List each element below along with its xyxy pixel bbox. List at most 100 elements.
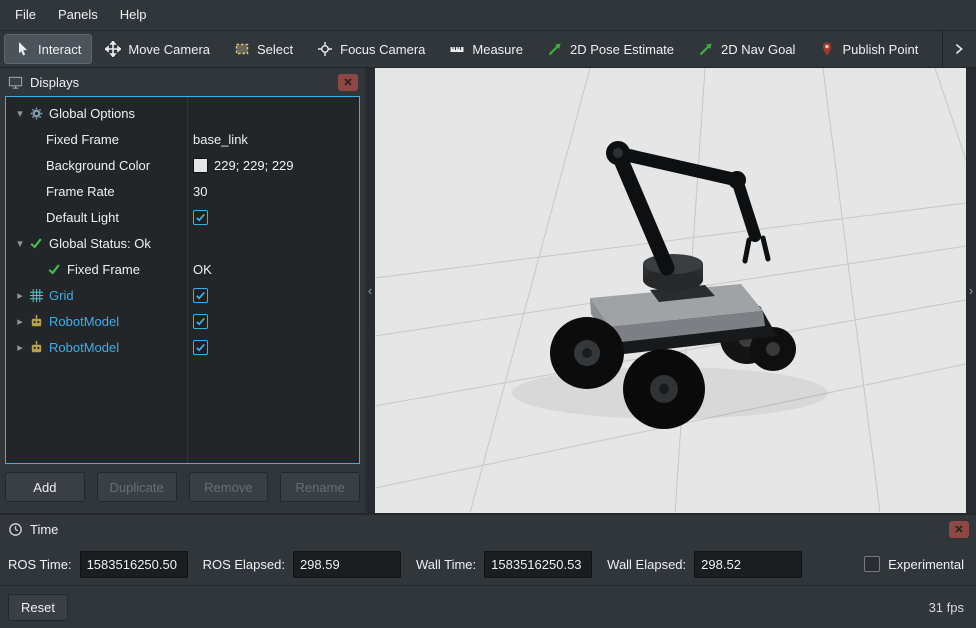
panel-collapse-right-handle[interactable]: › (966, 68, 976, 513)
tool-interact[interactable]: Interact (4, 34, 92, 64)
chevron-right-icon: › (969, 283, 973, 298)
main-area: Displays ▾Global OptionsFixed Framebase_… (0, 68, 976, 513)
menu-file[interactable]: File (4, 0, 47, 30)
row-value: base_link (193, 132, 248, 147)
rename-button[interactable]: Rename (280, 472, 360, 502)
row-checkbox[interactable] (193, 314, 208, 329)
tool-select[interactable]: Select (223, 34, 304, 64)
add-button[interactable]: Add (5, 472, 85, 502)
displays-tree: ▾Global OptionsFixed Framebase_linkBackg… (5, 96, 360, 464)
row-label: Grid (49, 288, 74, 303)
tool-2d-pose-estimate[interactable]: 2D Pose Estimate (536, 34, 685, 64)
tool-focus-camera[interactable]: Focus Camera (306, 34, 436, 64)
tool-label: Publish Point (842, 42, 918, 57)
tool-label: 2D Nav Goal (721, 42, 795, 57)
row-checkbox[interactable] (193, 210, 208, 225)
time-panel-header: Time (0, 515, 976, 543)
pose-arrow-icon (547, 41, 563, 57)
tool-2d-nav-goal[interactable]: 2D Nav Goal (687, 34, 806, 64)
row-label: RobotModel (49, 340, 119, 355)
expander-closed-icon[interactable]: ▸ (12, 341, 28, 354)
panel-collapse-left-handle[interactable]: ‹ (365, 68, 375, 513)
menu-help[interactable]: Help (109, 0, 158, 30)
row-label: Frame Rate (46, 184, 115, 199)
3d-viewport[interactable] (375, 68, 966, 513)
move-camera-icon (105, 41, 121, 57)
expander-closed-icon[interactable]: ▸ (12, 315, 28, 328)
field-label: ROS Time: (8, 557, 72, 572)
row-label: Fixed Frame (67, 262, 140, 277)
displays-panel-header: Displays (0, 68, 365, 96)
row-value: 229; 229; 229 (214, 158, 294, 173)
experimental-label: Experimental (888, 557, 964, 572)
display-row-grid-7[interactable]: ▸ Grid (6, 282, 359, 308)
robot-model (512, 141, 828, 429)
time-close-button[interactable] (949, 521, 969, 538)
display-row-global-status-ok-5[interactable]: ▾ Global Status: Ok (6, 230, 359, 256)
display-row-fixed-frame-6[interactable]: Fixed Frame OK (6, 256, 359, 282)
display-row-robotmodel-9[interactable]: ▸ RobotModel (6, 334, 359, 360)
tool-label: Interact (38, 42, 81, 57)
ros-elapsed-input[interactable] (293, 551, 401, 578)
row-checkbox[interactable] (193, 288, 208, 303)
reset-button[interactable]: Reset (8, 594, 68, 621)
expander-closed-icon[interactable]: ▸ (12, 289, 28, 302)
color-swatch[interactable] (193, 158, 208, 173)
time-panel-title: Time (30, 522, 58, 537)
row-checkbox[interactable] (193, 340, 208, 355)
display-row-global-options-0[interactable]: ▾ Global Options (6, 100, 359, 126)
row-label: Global Options (49, 106, 135, 121)
tool-label: Move Camera (128, 42, 210, 57)
tree-column-separator[interactable] (187, 97, 188, 463)
displays-close-button[interactable] (338, 74, 358, 91)
experimental-checkbox[interactable] (864, 556, 880, 572)
close-icon (955, 525, 963, 533)
gear-icon (28, 105, 44, 121)
menu-panels[interactable]: Panels (47, 0, 109, 30)
robot-icon (28, 339, 44, 355)
display-row-robotmodel-8[interactable]: ▸ RobotModel (6, 308, 359, 334)
field-label: ROS Elapsed: (203, 557, 285, 572)
fps-counter: 31 fps (929, 600, 968, 615)
time-field-wall-elapsed: Wall Elapsed: (607, 551, 802, 578)
row-label: Background Color (46, 158, 150, 173)
field-label: Wall Time: (416, 557, 476, 572)
tool-move-camera[interactable]: Move Camera (94, 34, 221, 64)
ros-time-input[interactable] (80, 551, 188, 578)
row-label: Default Light (46, 210, 119, 225)
grid-icon (28, 287, 44, 303)
row-value: OK (193, 262, 212, 277)
display-row-frame-rate-3[interactable]: Frame Rate 30 (6, 178, 359, 204)
close-icon (344, 78, 352, 86)
tool-publish-point[interactable]: Publish Point (808, 34, 929, 64)
chevron-left-icon: ‹ (368, 283, 372, 298)
check-icon (46, 261, 62, 277)
display-row-background-color-2[interactable]: Background Color 229; 229; 229 (6, 152, 359, 178)
expander-open-icon[interactable]: ▾ (12, 107, 28, 120)
robot-icon (28, 313, 44, 329)
wall-time-input[interactable] (484, 551, 592, 578)
row-label: RobotModel (49, 314, 119, 329)
clock-icon (7, 521, 23, 537)
time-field-wall-time: Wall Time: (416, 551, 592, 578)
row-label: Global Status: Ok (49, 236, 151, 251)
expander-open-icon[interactable]: ▾ (12, 237, 28, 250)
time-field-ros-elapsed: ROS Elapsed: (203, 551, 401, 578)
display-row-default-light-4[interactable]: Default Light (6, 204, 359, 230)
toolbar-separator (942, 30, 943, 68)
wall-elapsed-input[interactable] (694, 551, 802, 578)
toolbar-overflow-button[interactable] (945, 34, 973, 64)
tool-measure[interactable]: Measure (438, 34, 534, 64)
display-row-fixed-frame-1[interactable]: Fixed Framebase_link (6, 126, 359, 152)
time-panel: Time ROS Time: ROS Elapsed: Wall Time: Wall… (0, 513, 976, 585)
experimental-option: Experimental (864, 556, 968, 572)
row-value: 30 (193, 184, 207, 199)
measure-ruler-icon (449, 41, 465, 57)
remove-button[interactable]: Remove (189, 472, 269, 502)
nav-goal-arrow-icon (698, 41, 714, 57)
menubar: FilePanelsHelp (0, 0, 976, 30)
tool-label: Measure (472, 42, 523, 57)
tool-label: Select (257, 42, 293, 57)
viewport-scene (375, 68, 966, 513)
duplicate-button[interactable]: Duplicate (97, 472, 177, 502)
